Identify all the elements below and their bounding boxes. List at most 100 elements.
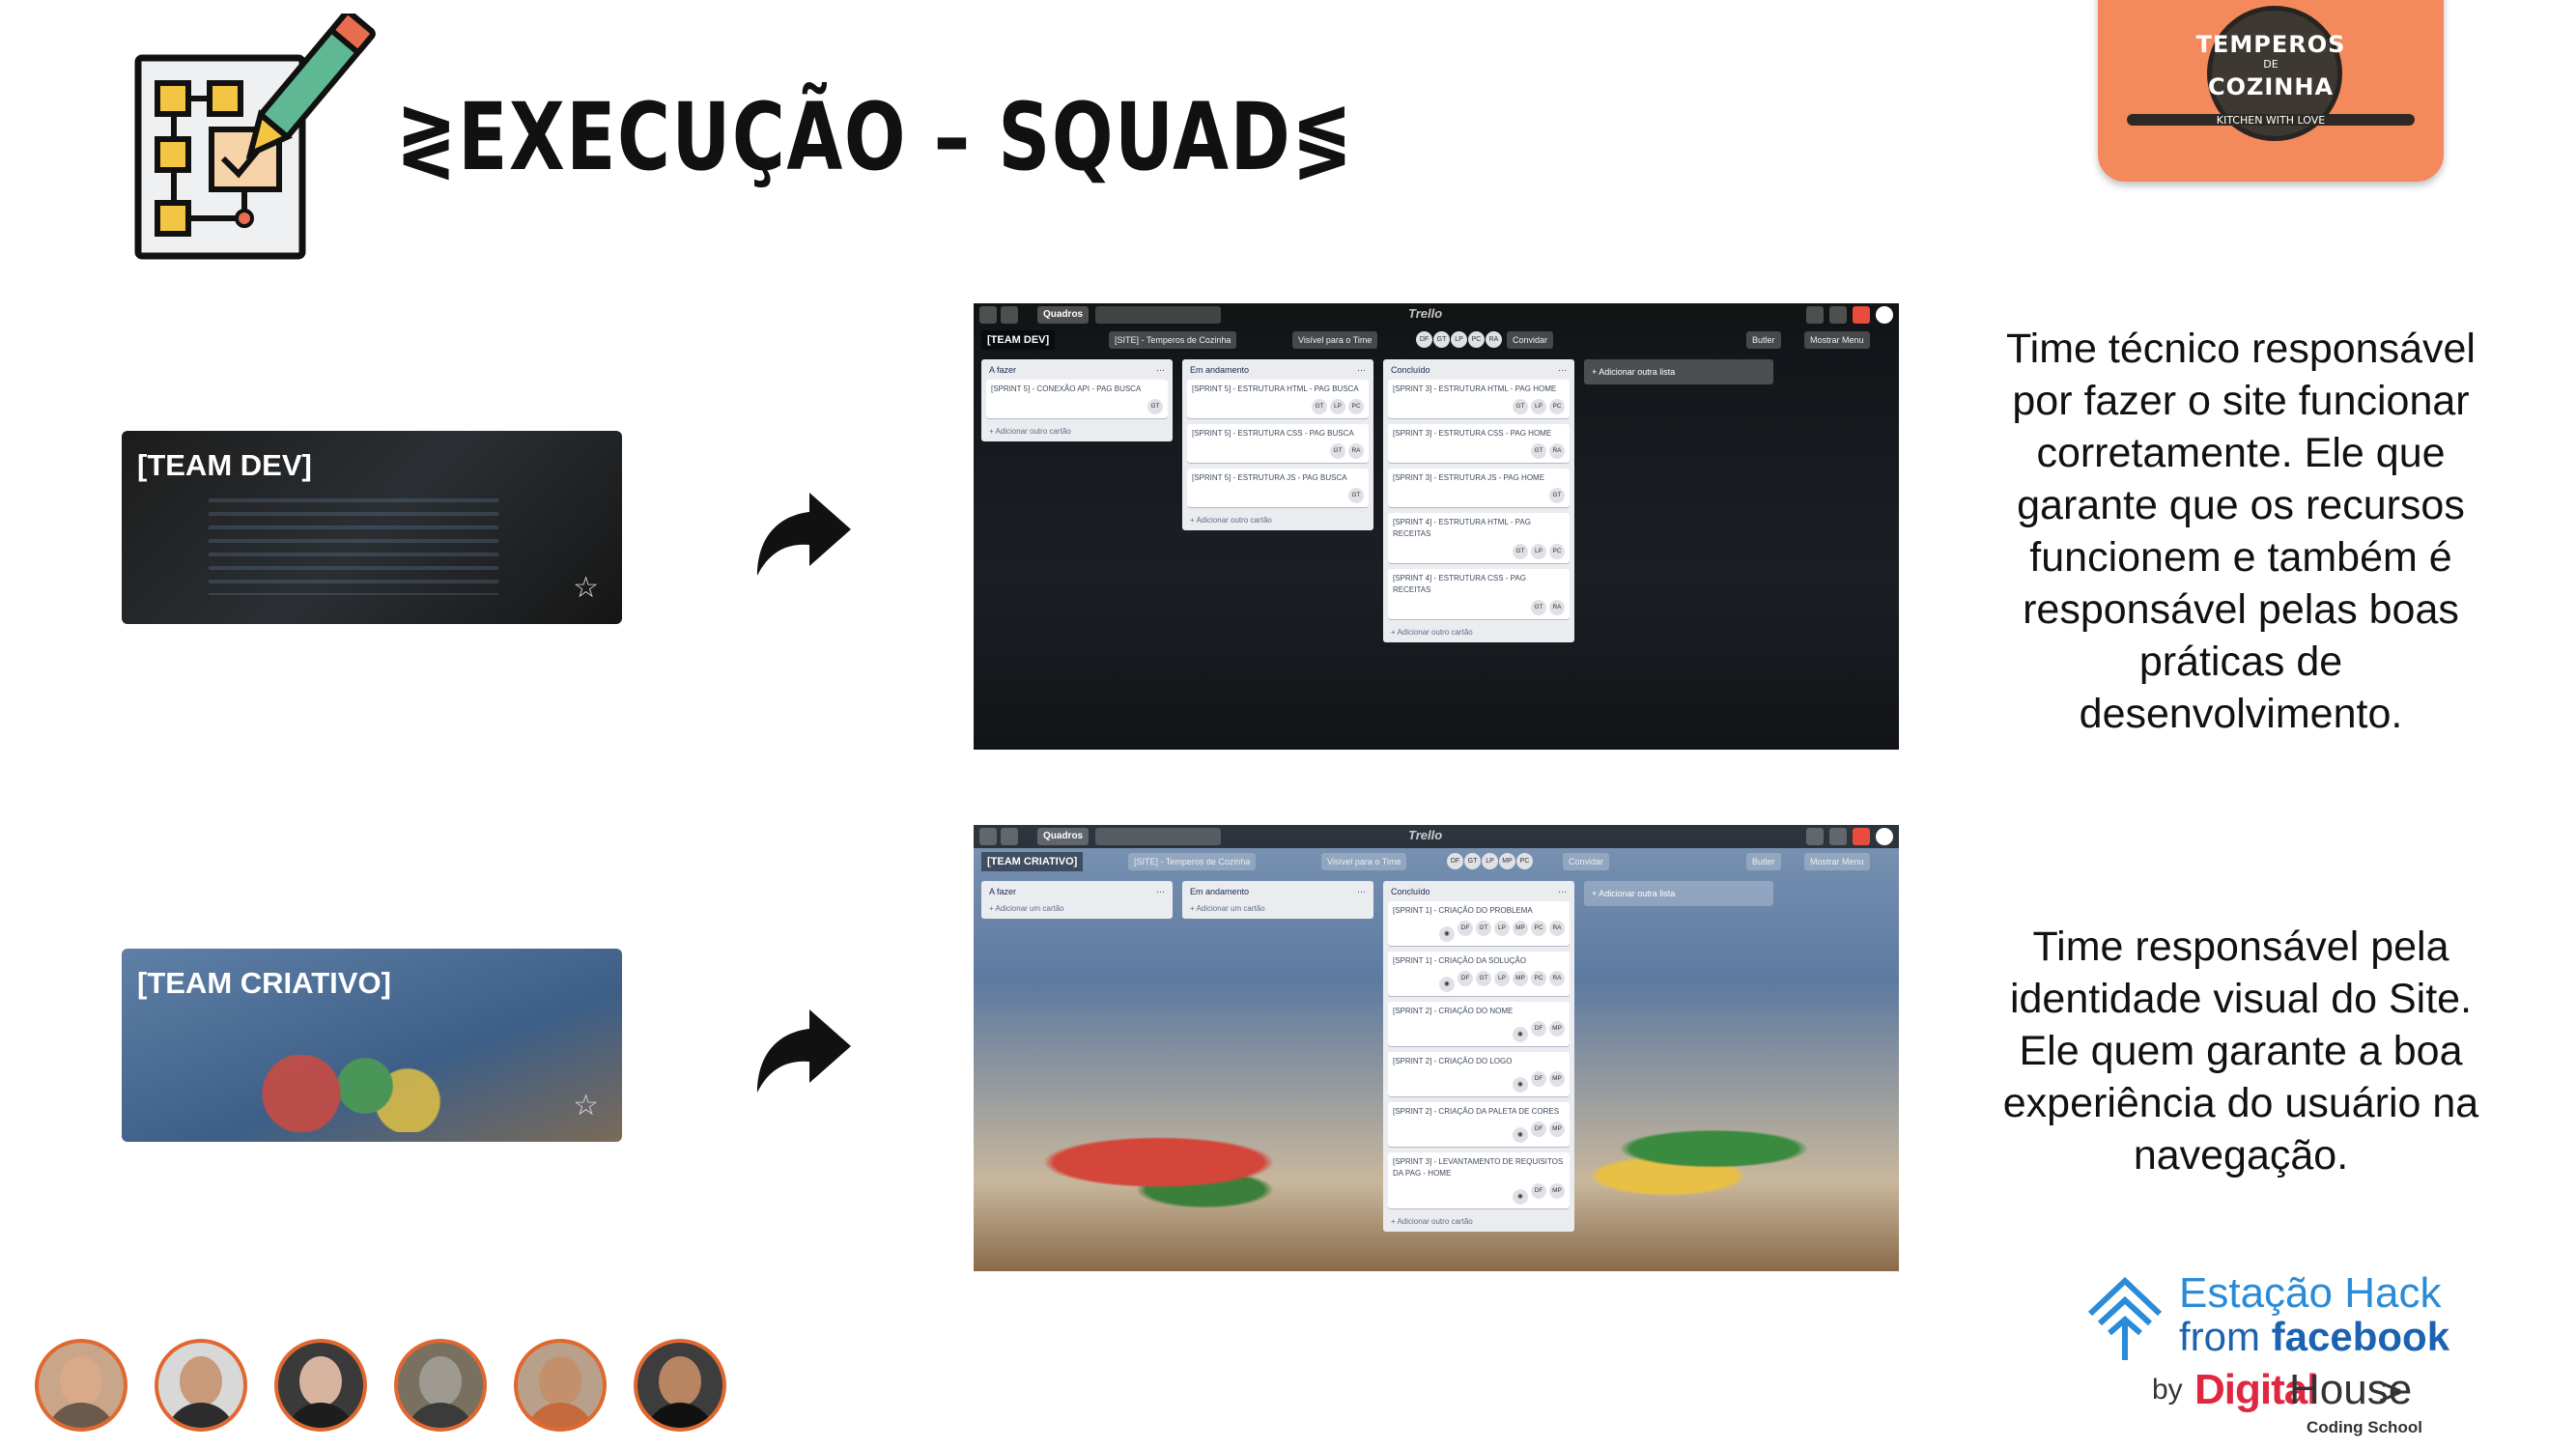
member-avatar: LP xyxy=(1531,399,1546,414)
list-title: Concluído xyxy=(1391,365,1430,375)
member-avatar: PC xyxy=(1549,544,1565,559)
star-icon[interactable]: ☆ xyxy=(573,1089,599,1122)
board-name[interactable]: [TEAM DEV] xyxy=(981,330,1056,350)
add-card-button[interactable]: + Adicionar um cartão xyxy=(986,901,1168,913)
add-card-button[interactable]: + Adicionar outro cartão xyxy=(1388,1214,1570,1226)
card-members: GT LP PC xyxy=(1192,399,1364,414)
logo-line-1: TEMPEROS xyxy=(2195,31,2346,58)
team-member-avatar xyxy=(274,1339,367,1432)
digitalhouse-chevron: > xyxy=(2378,1368,2403,1415)
boards-button[interactable]: Quadros xyxy=(1037,306,1090,324)
member-avatar[interactable]: RA xyxy=(1486,331,1502,348)
user-avatar[interactable] xyxy=(1876,306,1893,324)
member-avatar[interactable]: GT xyxy=(1464,853,1481,869)
member-avatar: DF xyxy=(1531,1183,1546,1199)
member-avatar[interactable]: GT xyxy=(1433,331,1450,348)
add-card-button[interactable]: + Adicionar outro cartão xyxy=(1187,513,1369,525)
workspace-button[interactable]: [SITE] - Temperos de Cozinha xyxy=(1109,331,1237,349)
card-title: [SPRINT 3] - LEVANTAMENTO DE REQUISITOS … xyxy=(1393,1157,1564,1178)
info-icon[interactable] xyxy=(1829,306,1847,324)
board-card[interactable]: [SPRINT 3] - LEVANTAMENTO DE REQUISITOS … xyxy=(1388,1152,1570,1208)
member-avatar[interactable]: LP xyxy=(1451,331,1467,348)
card-title: [SPRINT 4] - ESTRUTURA HTML - PAG RECEIT… xyxy=(1393,518,1531,538)
member-avatar[interactable]: DF xyxy=(1447,853,1463,869)
board-card[interactable]: [SPRINT 4] - ESTRUTURA HTML - PAG RECEIT… xyxy=(1388,513,1570,563)
member-avatar[interactable]: LP xyxy=(1482,853,1498,869)
trello-board-creative: Quadros Trello [TEAM CRIATIVO] [SITE] - … xyxy=(974,825,1899,1271)
member-avatar[interactable]: PC xyxy=(1516,853,1533,869)
team-member-avatar xyxy=(514,1339,607,1432)
boards-button[interactable]: Quadros xyxy=(1037,828,1090,845)
workspace-button[interactable]: [SITE] - Temperos de Cozinha xyxy=(1128,853,1257,870)
member-avatar[interactable]: MP xyxy=(1499,853,1515,869)
watch-icon: ◉ xyxy=(1439,926,1455,942)
invite-button[interactable]: Convidar xyxy=(1563,853,1610,870)
list-title: A fazer xyxy=(989,887,1017,896)
list-menu-icon[interactable]: ··· xyxy=(1558,365,1567,375)
search-input[interactable] xyxy=(1095,306,1221,324)
list-menu-icon[interactable]: ··· xyxy=(1558,887,1567,896)
board-card[interactable]: [SPRINT 3] - ESTRUTURA JS - PAG HOME GT xyxy=(1388,469,1570,507)
board-card[interactable]: [SPRINT 5] - ESTRUTURA HTML - PAG BUSCA G… xyxy=(1187,380,1369,418)
add-icon[interactable] xyxy=(1806,828,1824,845)
show-menu-button[interactable]: Mostrar Menu xyxy=(1804,331,1870,349)
board-lists: A fazer ··· + Adicionar um cartão Em andame… xyxy=(981,881,1773,1232)
board-card[interactable]: [SPRINT 5] - ESTRUTURA CSS - PAG BUSCA GT… xyxy=(1187,424,1369,463)
board-card[interactable]: [SPRINT 5] - ESTRUTURA JS - PAG BUSCA GT xyxy=(1187,469,1369,507)
board-list: A fazer ··· [SPRINT 5] - CONEXÃO API - PAG… xyxy=(981,359,1173,441)
list-title: Concluído xyxy=(1391,887,1430,896)
info-icon[interactable] xyxy=(1829,828,1847,845)
add-icon[interactable] xyxy=(1806,306,1824,324)
home-icon[interactable] xyxy=(1001,306,1018,324)
list-menu-icon[interactable]: ··· xyxy=(1357,365,1366,375)
add-list-button[interactable]: + Adicionar outra lista xyxy=(1584,359,1773,384)
team-dev-description: Time técnico responsável por fazer o sit… xyxy=(2006,326,2476,737)
butler-button[interactable]: Butler xyxy=(1746,853,1781,870)
visibility-button[interactable]: Visível para o Time xyxy=(1321,853,1407,870)
card-members: GT LP PC xyxy=(1393,399,1565,414)
board-list: Concluído ··· [SPRINT 1] - CRIAÇÃO DO PROB… xyxy=(1383,881,1574,1232)
member-avatar: PC xyxy=(1531,921,1546,936)
user-avatar[interactable] xyxy=(1876,828,1893,845)
team-creative-description: Time responsável pela identidade visual … xyxy=(2002,923,2479,1179)
list-menu-icon[interactable]: ··· xyxy=(1156,887,1165,896)
member-avatar: GT xyxy=(1348,488,1364,503)
notification-icon[interactable] xyxy=(1853,828,1870,845)
add-card-button[interactable]: + Adicionar outro cartão xyxy=(1388,625,1570,637)
invite-button[interactable]: Convidar xyxy=(1507,331,1554,349)
member-avatar: LP xyxy=(1330,399,1345,414)
apps-icon[interactable] xyxy=(979,828,997,845)
board-card[interactable]: [SPRINT 1] - CRIAÇÃO DO PROBLEMA ◉ DF GT LP M… xyxy=(1388,901,1570,946)
add-card-button[interactable]: + Adicionar outro cartão xyxy=(986,424,1168,436)
member-avatar: RA xyxy=(1549,600,1565,615)
board-card[interactable]: [SPRINT 4] - ESTRUTURA CSS - PAG RECEITA… xyxy=(1388,569,1570,619)
board-card[interactable]: [SPRINT 3] - ESTRUTURA HTML - PAG HOME GT… xyxy=(1388,380,1570,418)
board-card[interactable]: [SPRINT 2] - CRIAÇÃO DO LOGO ◉ DF MP xyxy=(1388,1052,1570,1096)
visibility-button[interactable]: Visível para o Time xyxy=(1292,331,1378,349)
member-avatar[interactable]: DF xyxy=(1416,331,1432,348)
team-creative-card[interactable]: [TEAM CRIATIVO] ☆ xyxy=(122,949,622,1142)
add-card-button[interactable]: + Adicionar um cartão xyxy=(1187,901,1369,913)
team-dev-card[interactable]: [TEAM DEV] ☆ xyxy=(122,431,622,624)
board-card[interactable]: [SPRINT 2] - CRIAÇÃO DA PALETA DE CORES ◉… xyxy=(1388,1102,1570,1147)
member-avatar: PC xyxy=(1348,399,1364,414)
board-card[interactable]: [SPRINT 3] - ESTRUTURA CSS - PAG HOME GT R… xyxy=(1388,424,1570,463)
search-input[interactable] xyxy=(1095,828,1221,845)
board-name[interactable]: [TEAM CRIATIVO] xyxy=(981,852,1084,871)
list-menu-icon[interactable]: ··· xyxy=(1156,365,1165,375)
board-card[interactable]: [SPRINT 2] - CRIAÇÃO DO NOME ◉ DF MP xyxy=(1388,1002,1570,1046)
board-card[interactable]: [SPRINT 5] - CONEXÃO API - PAG BUSCA GT xyxy=(986,380,1168,418)
board-card[interactable]: [SPRINT 1] - CRIAÇÃO DA SOLUÇÃO ◉ DF GT LP MP… xyxy=(1388,952,1570,996)
show-menu-button[interactable]: Mostrar Menu xyxy=(1804,853,1870,870)
member-avatar[interactable]: PC xyxy=(1468,331,1485,348)
list-menu-icon[interactable]: ··· xyxy=(1357,887,1366,896)
add-list-button[interactable]: + Adicionar outra lista xyxy=(1584,881,1773,906)
star-icon[interactable]: ☆ xyxy=(573,571,599,605)
list-header: A fazer ··· xyxy=(986,363,1168,380)
butler-button[interactable]: Butler xyxy=(1746,331,1781,349)
apps-icon[interactable] xyxy=(979,306,997,324)
card-members: ◉ DF GT LP MP PC RA xyxy=(1393,921,1565,942)
home-icon[interactable] xyxy=(1001,828,1018,845)
notification-icon[interactable] xyxy=(1853,306,1870,324)
watch-icon: ◉ xyxy=(1513,1189,1528,1205)
